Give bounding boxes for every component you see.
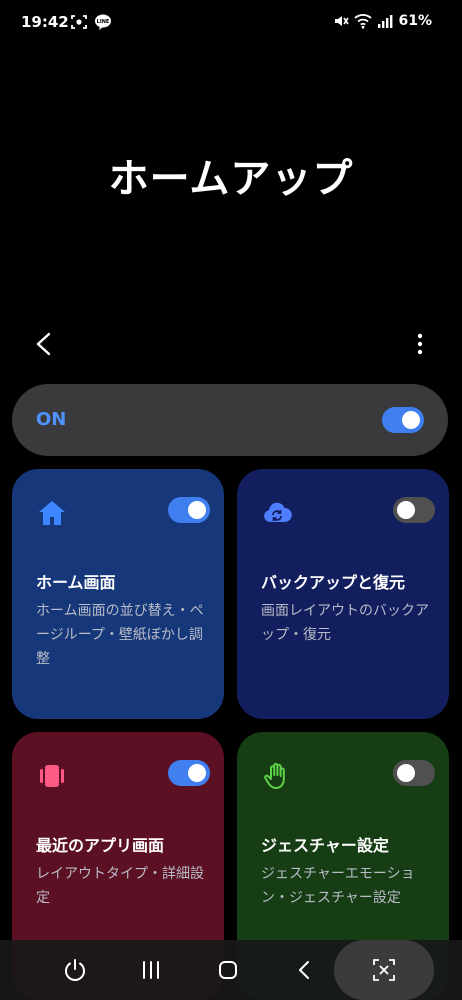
capture-button[interactable] [362, 950, 406, 990]
recent-apps-toggle[interactable] [168, 760, 210, 786]
toolbar [0, 322, 462, 366]
toggle-knob [397, 764, 415, 782]
card-description: ホーム画面の並び替え・ページループ・壁紙ぼかし調整 [36, 603, 204, 667]
power-button[interactable] [53, 950, 97, 990]
recents-nav-icon [143, 961, 159, 979]
page-title: ホームアップ [108, 156, 354, 202]
capture-icon [373, 959, 395, 981]
master-switch-bar[interactable]: ON [12, 384, 448, 456]
master-toggle[interactable] [382, 407, 424, 433]
toggle-knob [397, 501, 415, 519]
back-button[interactable] [26, 326, 62, 362]
cloud-sync-icon [264, 502, 292, 522]
status-time: 19:42 [21, 13, 69, 31]
card-title: バックアップと復元 [261, 573, 406, 592]
status-left-icons: LINE [70, 13, 112, 31]
back-nav-icon [299, 961, 309, 979]
mute-icon [335, 16, 350, 26]
card-description: ジェスチャーエモーション・ジェスチャー設定 [261, 866, 415, 906]
recent-apps-icon [40, 765, 64, 787]
status-right-icons: 61% [333, 13, 432, 29]
status-bar: 19:42 LINE 61% [0, 0, 462, 46]
battery-level: 61% [398, 13, 432, 29]
home-nav-button[interactable] [206, 950, 250, 990]
toggle-knob [402, 411, 420, 429]
screenshot-icon [71, 15, 87, 29]
card-title: ホーム画面 [36, 573, 116, 592]
home-screen-toggle[interactable] [168, 497, 210, 523]
toggle-knob [188, 501, 206, 519]
chevron-left-icon [36, 332, 51, 356]
signal-icon [378, 15, 393, 28]
line-app-icon: LINE [95, 14, 111, 30]
master-switch-label: ON [36, 409, 67, 430]
power-icon [65, 959, 85, 981]
card-title: ジェスチャー設定 [261, 836, 389, 855]
card-backup-restore[interactable]: バックアップと復元 画面レイアウトのバックアップ・復元 [237, 469, 449, 719]
gesture-settings-toggle[interactable] [393, 760, 435, 786]
recents-nav-button[interactable] [129, 950, 173, 990]
home-nav-icon [219, 961, 237, 979]
card-description: 画面レイアウトのバックアップ・復元 [261, 603, 429, 643]
more-vertical-icon [417, 333, 423, 355]
hand-icon [264, 762, 285, 789]
toggle-knob [188, 764, 206, 782]
svg-text:LINE: LINE [97, 19, 110, 25]
wifi-icon [354, 14, 373, 29]
card-home-screen[interactable]: ホーム画面 ホーム画面の並び替え・ページループ・壁紙ぼかし調整 [12, 469, 224, 719]
more-options-button[interactable] [410, 328, 430, 360]
navigation-bar [0, 940, 462, 1000]
back-nav-button[interactable] [283, 950, 327, 990]
backup-restore-toggle[interactable] [393, 497, 435, 523]
card-description: レイアウトタイプ・詳細設定 [36, 866, 204, 906]
home-icon [39, 501, 65, 525]
card-title: 最近のアプリ画面 [36, 836, 165, 855]
